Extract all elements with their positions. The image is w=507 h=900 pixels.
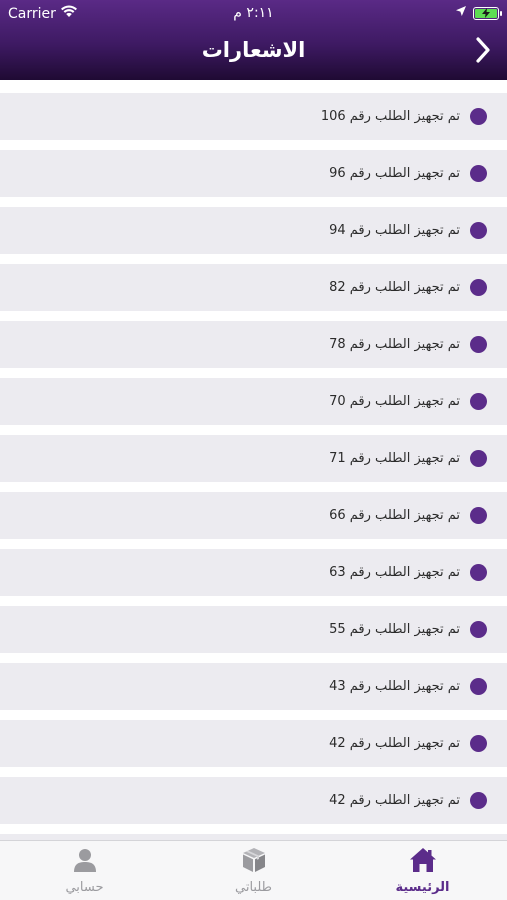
app-header: Carrier ٢:١١ م الاشعارات: [0, 0, 507, 80]
unread-dot-icon: [470, 450, 487, 467]
unread-dot-icon: [470, 393, 487, 410]
tab-label: طلباتي: [235, 880, 272, 895]
tab-bar: حسابي طلباتي الرئيسية: [0, 840, 507, 900]
notification-item[interactable]: تم تجهيز الطلب رقم 42: [0, 720, 507, 767]
notification-item[interactable]: تم تجهيز الطلب رقم 55: [0, 606, 507, 653]
notification-item[interactable]: تم تجهيز الطلب رقم 94: [0, 207, 507, 254]
notification-text: تم تجهيز الطلب رقم 42: [329, 793, 460, 808]
home-icon: [409, 847, 437, 877]
notification-text: تم تجهيز الطلب رقم 55: [329, 622, 460, 637]
notification-text: تم تجهيز الطلب رقم 42: [329, 736, 460, 751]
unread-dot-icon: [470, 621, 487, 638]
notification-item[interactable]: تم تجهيز الطلب رقم 71: [0, 435, 507, 482]
notification-item[interactable]: تم تجهيز الطلب رقم 82: [0, 264, 507, 311]
notification-item[interactable]: تم تجهيز الطلب رقم 78: [0, 321, 507, 368]
unread-dot-icon: [470, 336, 487, 353]
chevron-right-icon: [475, 37, 491, 67]
location-arrow-icon: [455, 5, 467, 21]
notification-item[interactable]: تم تجهيز الطلب رقم 96: [0, 150, 507, 197]
tab-label: الرئيسية: [395, 880, 450, 895]
status-time: ٢:١١ م: [233, 5, 274, 21]
back-button[interactable]: [471, 36, 495, 68]
notification-text: تم تجهيز الطلب رقم 71: [329, 451, 460, 466]
unread-dot-icon: [470, 735, 487, 752]
notification-text: تم تجهيز الطلب رقم 66: [329, 508, 460, 523]
notification-item[interactable]: تم تجهيز الطلب رقم 43: [0, 663, 507, 710]
notification-text: تم تجهيز الطلب رقم 94: [329, 223, 460, 238]
status-bar: Carrier ٢:١١ م: [0, 0, 507, 28]
tab-account[interactable]: حسابي: [0, 841, 169, 900]
notification-text: تم تجهيز الطلب رقم 96: [329, 166, 460, 181]
notification-text: تم تجهيز الطلب رقم 63: [329, 565, 460, 580]
tab-label: حسابي: [65, 880, 104, 895]
notification-item[interactable]: تم تجهيز الطلب رقم 106: [0, 93, 507, 140]
notification-text: تم تجهيز الطلب رقم 70: [329, 394, 460, 409]
status-indicators: [455, 5, 502, 21]
unread-dot-icon: [470, 165, 487, 182]
package-icon: [241, 847, 267, 877]
tab-home[interactable]: الرئيسية: [338, 841, 507, 900]
unread-dot-icon: [470, 678, 487, 695]
notification-text: تم تجهيز الطلب رقم 43: [329, 679, 460, 694]
tab-orders[interactable]: طلباتي: [169, 841, 338, 900]
unread-dot-icon: [470, 564, 487, 581]
notification-text: تم تجهيز الطلب رقم 78: [329, 337, 460, 352]
unread-dot-icon: [470, 507, 487, 524]
notification-item[interactable]: تم تجهيز الطلب رقم 70: [0, 378, 507, 425]
notification-text: تم تجهيز الطلب رقم 106: [320, 109, 460, 124]
notification-item[interactable]: تم تجهيز الطلب رقم 42: [0, 777, 507, 824]
user-icon: [72, 847, 98, 877]
notification-item[interactable]: تم تجهيز الطلب رقم 63: [0, 549, 507, 596]
page-title: الاشعارات: [201, 38, 306, 62]
battery-charging-icon: [473, 6, 502, 20]
title-row: الاشعارات: [0, 30, 507, 75]
unread-dot-icon: [470, 222, 487, 239]
unread-dot-icon: [470, 279, 487, 296]
notification-text: تم تجهيز الطلب رقم 82: [329, 280, 460, 295]
unread-dot-icon: [470, 108, 487, 125]
notification-item[interactable]: تم تجهيز الطلب رقم 66: [0, 492, 507, 539]
unread-dot-icon: [470, 792, 487, 809]
notifications-list[interactable]: تم تجهيز الطلب رقم 106 تم تجهيز الطلب رق…: [0, 80, 507, 840]
